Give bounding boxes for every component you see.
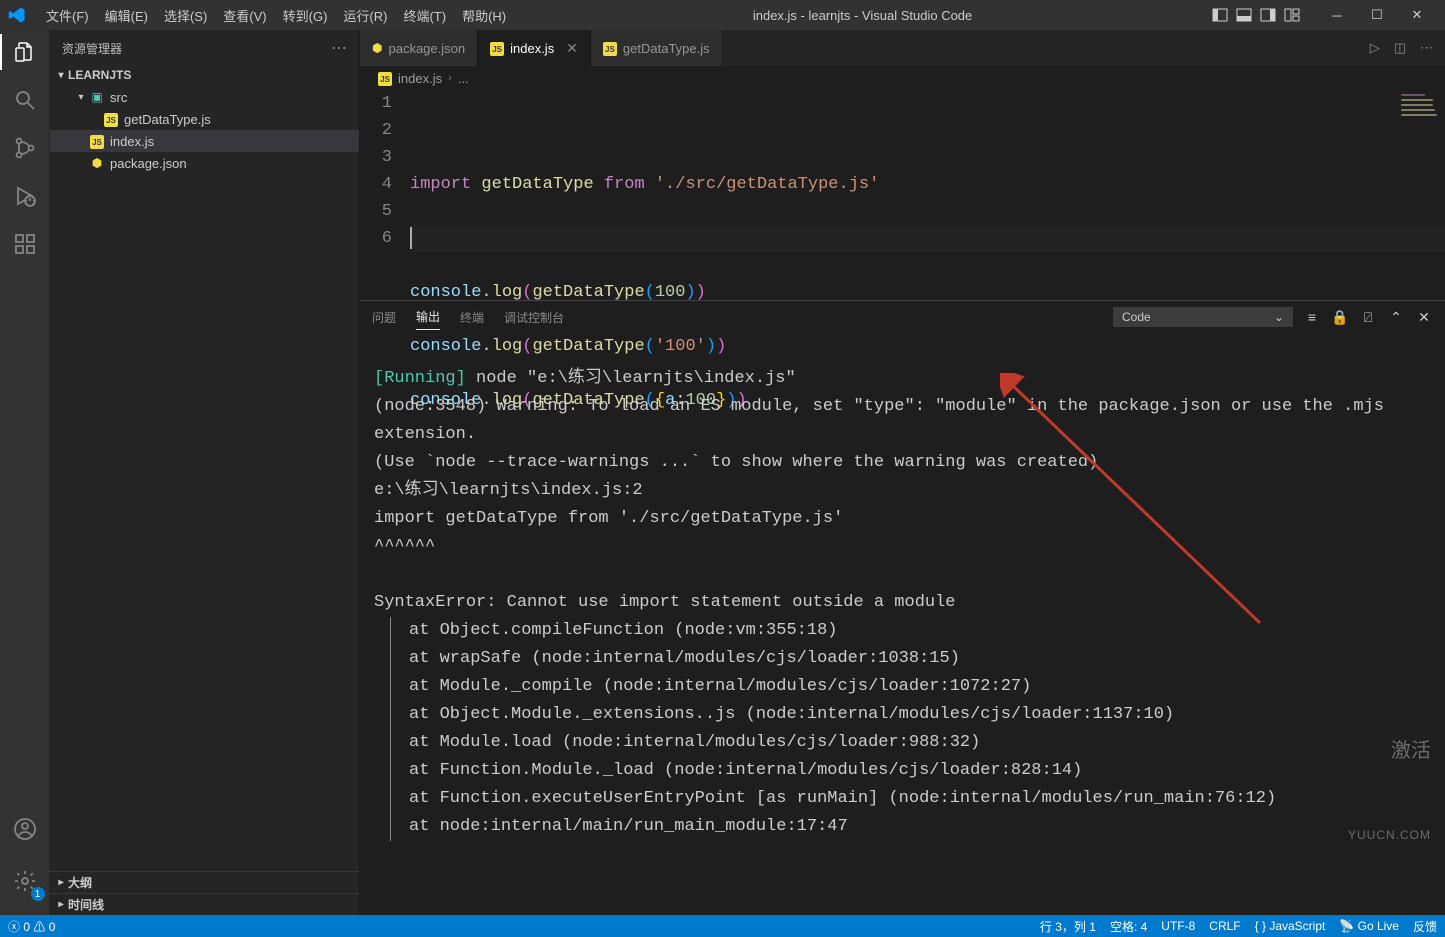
js-file-icon: JS [490, 40, 504, 57]
close-tab-icon[interactable]: ✕ [566, 40, 578, 57]
breadcrumb-segment[interactable]: ... [458, 71, 469, 86]
line-gutter: 1 2 3 4 5 6 [360, 90, 410, 300]
chevron-right-icon: ▸ [54, 877, 68, 888]
tree-label: getDataType.js [124, 112, 211, 127]
settings-badge: 1 [31, 887, 45, 901]
folder-icon: ▣ [88, 90, 106, 104]
menu-select[interactable]: 选择(S) [156, 2, 215, 29]
maximize-icon[interactable]: ☐ [1357, 1, 1397, 29]
minimap[interactable] [1401, 94, 1441, 124]
tree-file-package[interactable]: ⬢ package.json [50, 152, 359, 174]
sidebar-title: 资源管理器 [62, 40, 122, 57]
tab-label: getDataType.js [623, 41, 710, 56]
toggle-primary-sidebar-icon[interactable] [1211, 6, 1229, 24]
status-feedback[interactable]: 反馈 [1413, 918, 1437, 935]
toggle-panel-icon[interactable] [1235, 6, 1253, 24]
extensions-icon[interactable] [11, 230, 39, 258]
minimize-icon[interactable]: ─ [1317, 1, 1357, 29]
code-content[interactable]: import getDataType from './src/getDataTy… [410, 90, 1445, 300]
project-section-header[interactable]: ▾ LEARNJTS [50, 66, 359, 84]
outline-label: 大纲 [68, 874, 92, 891]
toggle-secondary-sidebar-icon[interactable] [1259, 6, 1277, 24]
tab-label: index.js [510, 41, 554, 56]
js-file-icon: JS [102, 111, 120, 128]
breadcrumb-segment[interactable]: index.js [398, 71, 442, 86]
menu-goto[interactable]: 转到(G) [275, 2, 336, 29]
customize-layout-icon[interactable] [1283, 6, 1301, 24]
chevron-right-icon: › [448, 72, 452, 84]
tab-index-js[interactable]: JS index.js ✕ [478, 30, 591, 66]
tree-folder-src[interactable]: ▾ ▣ src [50, 86, 359, 108]
menu-file[interactable]: 文件(F) [38, 2, 97, 29]
tree-label: index.js [110, 134, 154, 149]
tab-label: package.json [388, 41, 465, 56]
titlebar: 文件(F) 编辑(E) 选择(S) 查看(V) 转到(G) 运行(R) 终端(T… [0, 0, 1445, 30]
menu-help[interactable]: 帮助(H) [454, 2, 514, 29]
text-cursor [410, 227, 412, 249]
chevron-down-icon: ▾ [54, 70, 68, 81]
sidebar: 资源管理器 ⋯ ▾ LEARNJTS ▾ ▣ src JS getDataTyp… [50, 30, 360, 915]
window-title: index.js - learnjts - Visual Studio Code [514, 8, 1211, 23]
tree-label: package.json [110, 156, 187, 171]
menu-run[interactable]: 运行(R) [335, 2, 395, 29]
tree-file-index[interactable]: JS index.js [50, 130, 359, 152]
tab-getdatatype-js[interactable]: JS getDataType.js [591, 30, 723, 66]
bottom-panel: 问题 输出 终端 调试控制台 Code⌄ ≡ 🔒 ⍁ ⌃ ✕ [Running]… [360, 300, 1445, 915]
menubar: 文件(F) 编辑(E) 选择(S) 查看(V) 转到(G) 运行(R) 终端(T… [38, 2, 514, 29]
source-control-icon[interactable] [11, 134, 39, 162]
timeline-section[interactable]: ▸ 时间线 [50, 893, 359, 915]
watermark: 激活 YUUCN.COM [1348, 681, 1431, 905]
json-file-icon: ⬢ [88, 156, 106, 170]
activity-bar: 1 [0, 30, 50, 915]
code-editor[interactable]: 1 2 3 4 5 6 import getDataType from './s… [360, 90, 1445, 300]
file-tree: ▾ ▣ src JS getDataType.js JS index.js ⬢ … [50, 84, 359, 871]
tab-package-json[interactable]: ⬢ package.json [360, 30, 478, 66]
run-icon[interactable]: ▷ [1370, 40, 1380, 56]
vscode-logo-icon [8, 6, 26, 24]
editor-actions: ▷ ◫ ⋯ [1358, 30, 1445, 66]
js-file-icon: JS [603, 40, 617, 57]
status-language[interactable]: { } JavaScript [1255, 919, 1326, 933]
breadcrumbs[interactable]: JS index.js › ... [360, 66, 1445, 90]
status-ln-col[interactable]: 行 3，列 1 [1040, 918, 1096, 935]
status-eol[interactable]: CRLF [1209, 919, 1240, 933]
js-file-icon: JS [88, 133, 106, 150]
window-controls: ─ ☐ ✕ [1317, 1, 1437, 29]
timeline-label: 时间线 [68, 896, 104, 913]
status-encoding[interactable]: UTF-8 [1161, 919, 1195, 933]
status-golive[interactable]: 📡 Go Live [1339, 919, 1399, 933]
status-errors[interactable]: ⓧ 0 ⚠ 0 [8, 918, 55, 935]
status-spaces[interactable]: 空格: 4 [1110, 918, 1147, 935]
outline-section[interactable]: ▸ 大纲 [50, 871, 359, 893]
status-bar: ⓧ 0 ⚠ 0 行 3，列 1 空格: 4 UTF-8 CRLF { } Jav… [0, 915, 1445, 937]
more-actions-icon[interactable]: ⋯ [1420, 40, 1433, 56]
menu-edit[interactable]: 编辑(E) [97, 2, 156, 29]
tree-label: src [110, 90, 127, 105]
explorer-icon[interactable] [11, 38, 39, 66]
js-file-icon: JS [378, 70, 392, 87]
output-content[interactable]: [Running] node "e:\练习\learnjts\index.js"… [360, 333, 1445, 915]
main-layout: 1 资源管理器 ⋯ ▾ LEARNJTS ▾ ▣ src JS getDataT… [0, 30, 1445, 915]
panel-tab-problems[interactable]: 问题 [372, 305, 396, 330]
editor-tabs: ⬢ package.json JS index.js ✕ JS getDataT… [360, 30, 1445, 66]
more-icon[interactable]: ⋯ [331, 40, 347, 57]
chevron-down-icon: ▾ [74, 92, 88, 103]
run-debug-icon[interactable] [11, 182, 39, 210]
menu-view[interactable]: 查看(V) [215, 2, 274, 29]
menu-terminal[interactable]: 终端(T) [395, 2, 454, 29]
chevron-right-icon: ▸ [54, 899, 68, 910]
project-name: LEARNJTS [68, 68, 131, 82]
editor-area: ⬢ package.json JS index.js ✕ JS getDataT… [360, 30, 1445, 915]
split-editor-icon[interactable]: ◫ [1394, 40, 1406, 56]
layout-controls [1211, 6, 1301, 24]
accounts-icon[interactable] [11, 815, 39, 843]
json-file-icon: ⬢ [372, 41, 382, 55]
settings-icon[interactable]: 1 [11, 867, 39, 895]
tree-file-getdatatype[interactable]: JS getDataType.js [50, 108, 359, 130]
close-icon[interactable]: ✕ [1397, 1, 1437, 29]
sidebar-header: 资源管理器 ⋯ [50, 30, 359, 66]
search-icon[interactable] [11, 86, 39, 114]
